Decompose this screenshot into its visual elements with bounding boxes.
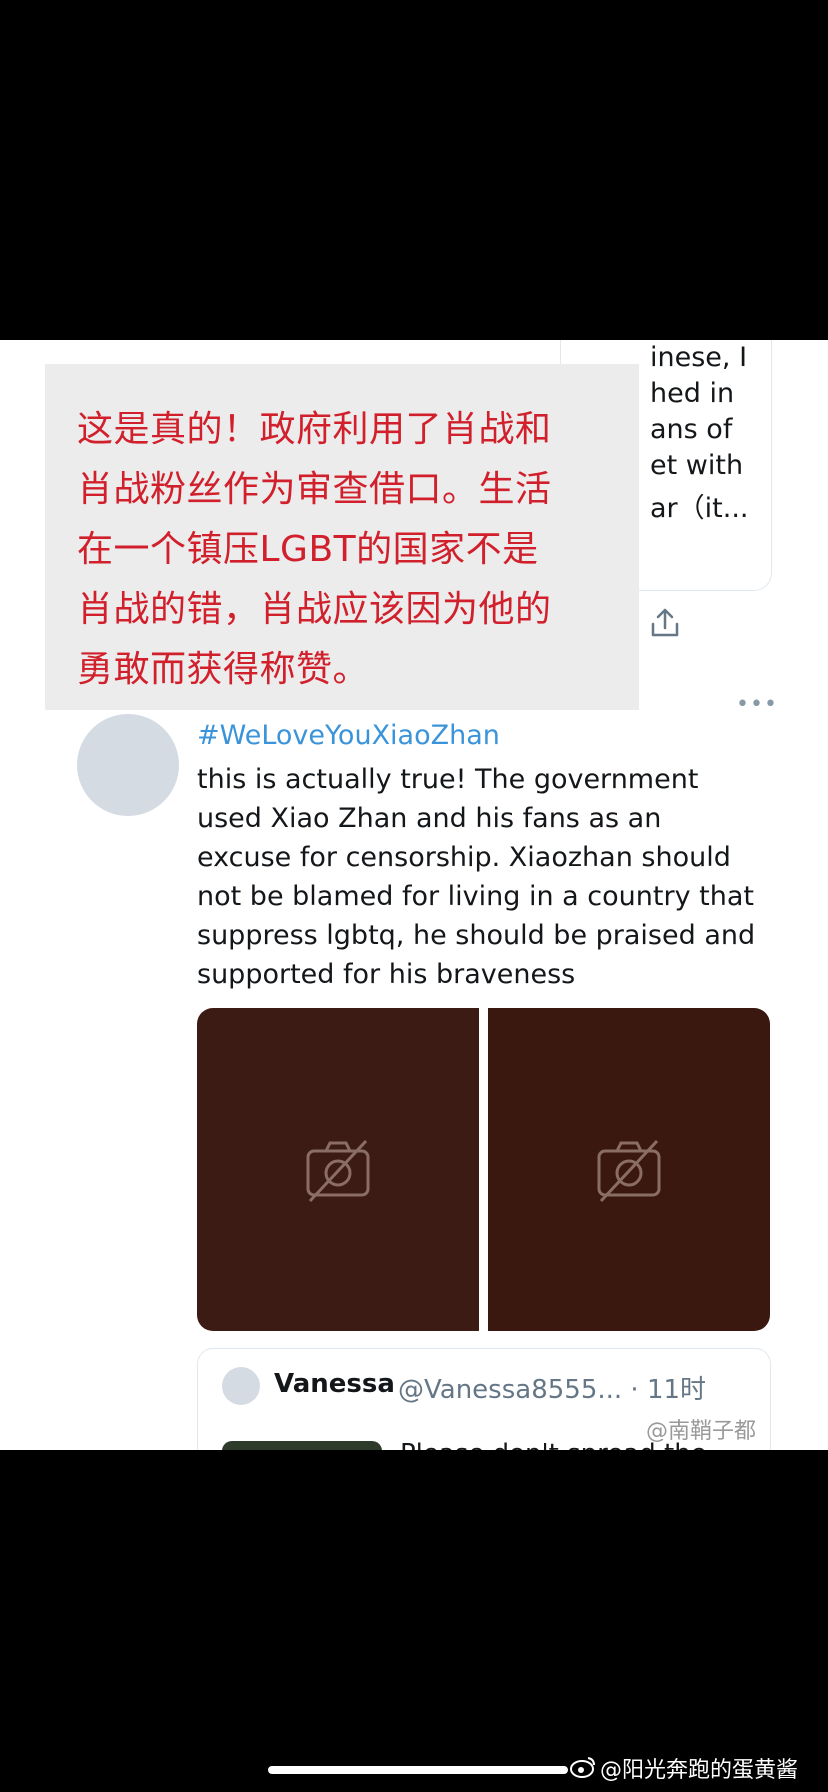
tweet-photo[interactable] — [197, 1008, 479, 1331]
weibo-icon — [570, 1757, 595, 1778]
quoted-user-name[interactable]: Vanessa — [274, 1369, 395, 1399]
caption-line: 在一个镇压LGBT的国家不是 — [77, 529, 539, 570]
caption-line: 勇敢而获得称赞。 — [77, 649, 370, 690]
camera-off-icon — [306, 1139, 370, 1203]
tweet-text-line: not be blamed for living in a country th… — [197, 881, 754, 912]
tweet-text-line: this is actually true! The government — [197, 764, 699, 795]
prev-tweet-line: et with — [650, 450, 744, 481]
tweet-photo[interactable] — [488, 1008, 770, 1331]
camera-off-icon — [597, 1139, 661, 1203]
home-indicator[interactable] — [268, 1766, 568, 1774]
caption-line: 这是真的！政府利用了肖战和 — [77, 409, 552, 450]
prev-tweet-line: inese, I — [650, 342, 748, 373]
tweet-text-line: excuse for censorship. Xiaozhan should — [197, 842, 731, 873]
more-icon[interactable]: ••• — [736, 692, 778, 717]
quoted-thumbnail[interactable] — [222, 1441, 382, 1450]
screenshot-content: inese, I hed in ans of et with ar（it... … — [0, 340, 828, 1450]
prev-tweet-line: ans of — [650, 414, 733, 445]
share-icon[interactable] — [648, 606, 682, 640]
chinese-caption-box: 这是真的！政府利用了肖战和 肖战粉丝作为审查借口。生活 在一个镇压LGBT的国家… — [45, 364, 639, 710]
quoted-user-handle: @Vanessa8555... · 11时 — [398, 1375, 707, 1405]
hashtag-link[interactable]: #WeLoveYouXiaoZhan — [197, 720, 500, 751]
tweet-text-line: supported for his braveness — [197, 959, 576, 990]
prev-tweet-line: hed in — [650, 378, 735, 409]
quoted-avatar[interactable] — [222, 1367, 260, 1405]
watermark: @南鞘子都 — [646, 1419, 757, 1444]
caption-line: 肖战的错，肖战应该因为他的 — [77, 589, 552, 630]
tweet-text-line: suppress lgbtq, he should be praised and — [197, 920, 756, 951]
avatar[interactable] — [77, 714, 179, 816]
watermark: @阳光奔跑的蛋黄酱 — [600, 1758, 799, 1783]
tweet-text-line: used Xiao Zhan and his fans as an — [197, 803, 662, 834]
prev-tweet-line: ar（it... — [650, 493, 749, 524]
caption-line: 肖战粉丝作为审查借口。生活 — [77, 469, 552, 510]
